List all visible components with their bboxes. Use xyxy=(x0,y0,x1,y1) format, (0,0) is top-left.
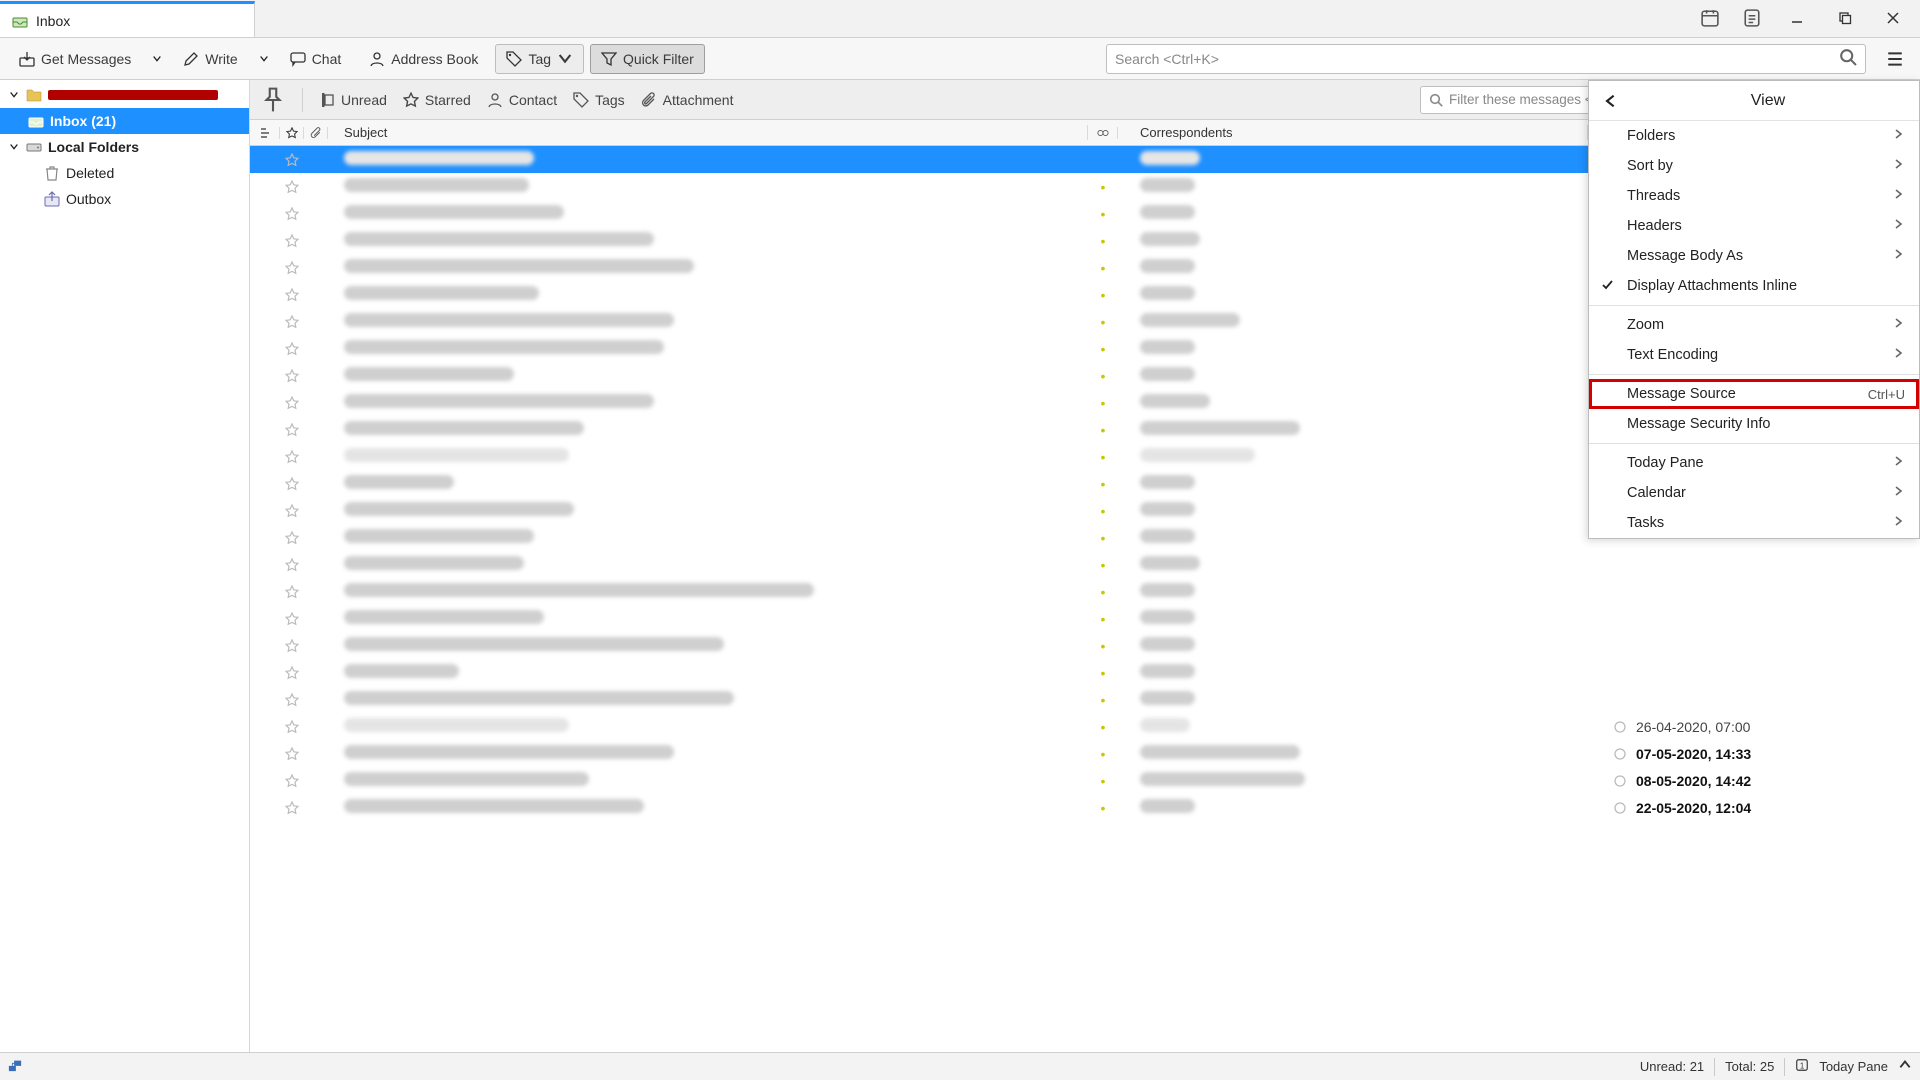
filter-starred[interactable]: Starred xyxy=(403,92,471,108)
menu-sort-by[interactable]: Sort by xyxy=(1589,151,1919,181)
menu-message-security-info[interactable]: Message Security Info xyxy=(1589,409,1919,439)
menu-zoom[interactable]: Zoom xyxy=(1589,310,1919,340)
search-icon xyxy=(1839,48,1857,69)
col-subject[interactable]: Subject xyxy=(328,125,1088,140)
drive-icon xyxy=(26,139,42,155)
toolbar-label: Quick Filter xyxy=(623,51,694,67)
tasks-icon[interactable] xyxy=(1738,4,1766,32)
table-row[interactable]: •07-05-2020, 14:33 xyxy=(250,740,1920,767)
address-book-button[interactable]: Address Book xyxy=(358,44,489,74)
status-today-pane[interactable]: Today Pane xyxy=(1819,1059,1888,1074)
window-close[interactable] xyxy=(1870,2,1916,34)
menu-today-pane[interactable]: Today Pane xyxy=(1589,448,1919,478)
folder-sidebar: Inbox (21) Local Folders Deleted Outbox xyxy=(0,80,250,1052)
table-row[interactable]: • xyxy=(250,605,1920,632)
account-icon xyxy=(26,87,42,103)
main-toolbar: Get Messages Write Chat Address Book Tag… xyxy=(0,38,1920,80)
menu-back-button[interactable] xyxy=(1597,93,1625,109)
get-messages-dropdown[interactable] xyxy=(148,44,166,74)
quick-filter-button[interactable]: Quick Filter xyxy=(590,44,705,74)
table-row[interactable]: •26-04-2020, 07:00 xyxy=(250,713,1920,740)
global-search[interactable] xyxy=(1106,44,1866,74)
write-dropdown[interactable] xyxy=(255,44,273,74)
menu-text-encoding[interactable]: Text Encoding xyxy=(1589,340,1919,370)
outbox-icon xyxy=(44,191,60,207)
menu-calendar[interactable]: Calendar xyxy=(1589,478,1919,508)
toolbar-label: Tag xyxy=(528,51,551,67)
sidebar-label: Inbox (21) xyxy=(50,113,116,129)
table-row[interactable]: • xyxy=(250,686,1920,713)
tab-label: Inbox xyxy=(36,13,70,29)
app-menu-button[interactable] xyxy=(1878,44,1912,74)
table-row[interactable]: • xyxy=(250,578,1920,605)
table-row[interactable]: • xyxy=(250,551,1920,578)
menu-folders[interactable]: Folders xyxy=(1589,121,1919,151)
chevron-down-icon xyxy=(557,51,573,67)
chevron-up-icon[interactable] xyxy=(1898,1058,1912,1075)
sidebar-label: Deleted xyxy=(66,165,114,181)
menu-headers[interactable]: Headers xyxy=(1589,211,1919,241)
filter-contact[interactable]: Contact xyxy=(487,92,557,108)
today-pane-icon: 1 xyxy=(1795,1058,1809,1075)
message-list-panel: Unread Starred Contact Tags Attachment S… xyxy=(250,80,1920,1052)
twisty-icon[interactable] xyxy=(8,142,20,152)
get-messages-button[interactable]: Get Messages xyxy=(8,44,142,74)
sidebar-deleted[interactable]: Deleted xyxy=(0,160,249,186)
filter-unread[interactable]: Unread xyxy=(319,92,387,108)
tag-button[interactable]: Tag xyxy=(495,44,584,74)
filter-pin-button[interactable] xyxy=(260,87,286,113)
col-correspondent-icon[interactable] xyxy=(1088,127,1118,139)
shortcut-label: Ctrl+U xyxy=(1868,387,1905,402)
sidebar-inbox[interactable]: Inbox (21) xyxy=(0,108,249,134)
inbox-icon xyxy=(28,113,44,129)
local-folders-row[interactable]: Local Folders xyxy=(0,134,249,160)
table-row[interactable]: • xyxy=(250,632,1920,659)
inbox-icon xyxy=(12,13,28,29)
svg-text:1: 1 xyxy=(1800,1062,1804,1071)
table-row[interactable]: •22-05-2020, 12:04 xyxy=(250,794,1920,821)
table-row[interactable]: •08-05-2020, 14:42 xyxy=(250,767,1920,794)
menu-display-attachments-inline[interactable]: Display Attachments Inline xyxy=(1589,271,1919,301)
sidebar-label: Local Folders xyxy=(48,139,139,155)
col-correspondents[interactable]: Correspondents xyxy=(1118,125,1588,140)
menu-tasks[interactable]: Tasks xyxy=(1589,508,1919,538)
menu-title: View xyxy=(1625,92,1911,110)
account-row[interactable] xyxy=(0,82,249,108)
twisty-icon[interactable] xyxy=(8,90,20,100)
tab-inbox[interactable]: Inbox xyxy=(0,1,255,37)
table-row[interactable]: • xyxy=(250,659,1920,686)
search-icon xyxy=(1429,93,1443,107)
sidebar-label: Outbox xyxy=(66,191,111,207)
filter-attachment[interactable]: Attachment xyxy=(641,92,734,108)
sidebar-outbox[interactable]: Outbox xyxy=(0,186,249,212)
col-attachment[interactable] xyxy=(304,127,328,139)
write-button[interactable]: Write xyxy=(172,44,248,74)
status-unread: Unread: 21 xyxy=(1640,1059,1704,1074)
toolbar-label: Write xyxy=(205,51,237,67)
chat-button[interactable]: Chat xyxy=(279,44,353,74)
toolbar-label: Get Messages xyxy=(41,51,131,67)
activity-icon[interactable] xyxy=(8,1058,26,1076)
col-thread[interactable] xyxy=(250,127,280,139)
account-name-redacted xyxy=(48,90,218,100)
window-minimize[interactable] xyxy=(1774,2,1820,34)
toolbar-label: Chat xyxy=(312,51,342,67)
calendar-icon[interactable] xyxy=(1696,4,1724,32)
col-star[interactable] xyxy=(280,127,304,139)
filter-tags[interactable]: Tags xyxy=(573,92,625,108)
menu-threads[interactable]: Threads xyxy=(1589,181,1919,211)
window-maximize[interactable] xyxy=(1822,2,1868,34)
check-icon xyxy=(1601,278,1613,294)
chevron-right-icon xyxy=(1893,128,1905,144)
menu-message-body-as[interactable]: Message Body As xyxy=(1589,241,1919,271)
view-menu: View Folders Sort by Threads Headers Mes… xyxy=(1588,80,1920,539)
menu-message-source[interactable]: Message SourceCtrl+U xyxy=(1589,379,1919,409)
status-bar: Unread: 21 Total: 25 1 Today Pane xyxy=(0,1052,1920,1080)
toolbar-label: Address Book xyxy=(391,51,478,67)
trash-icon xyxy=(44,165,60,181)
tab-bar: Inbox xyxy=(0,0,1920,38)
search-input[interactable] xyxy=(1115,51,1839,67)
status-total: Total: 25 xyxy=(1725,1059,1774,1074)
